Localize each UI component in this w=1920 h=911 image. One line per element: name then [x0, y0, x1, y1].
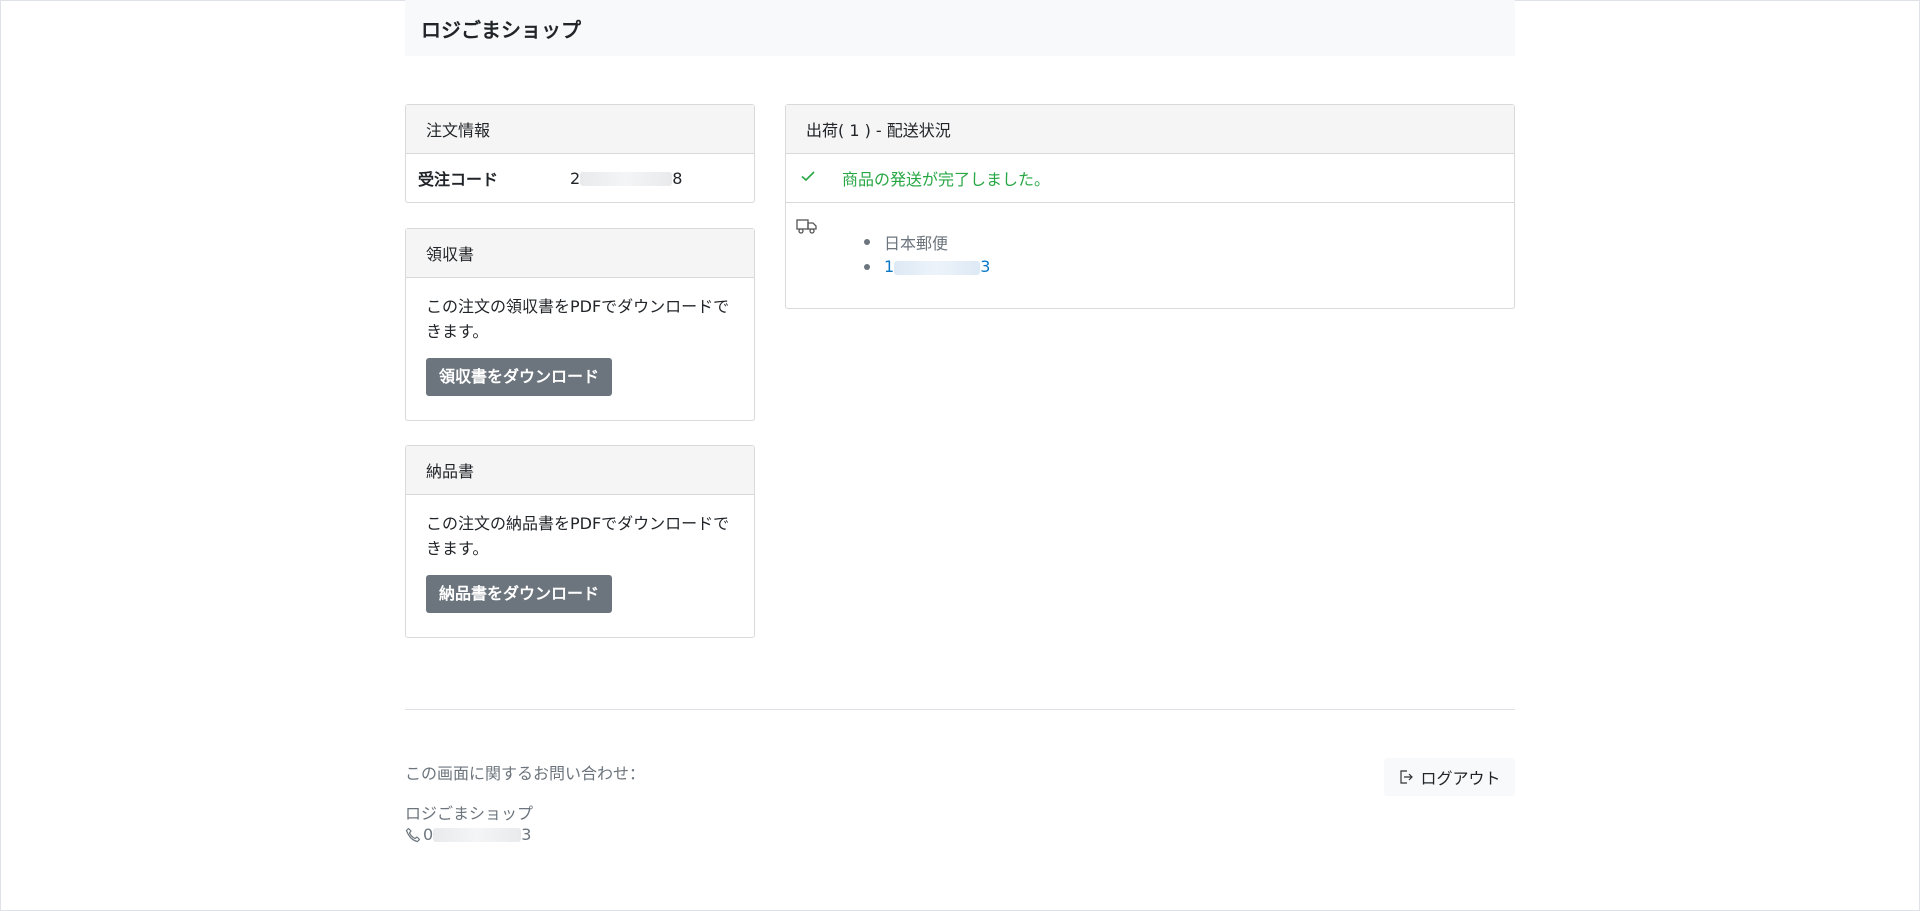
contact-label: この画面に関するお問い合わせ： [405, 764, 646, 783]
logout-label: ログアウト [1420, 769, 1501, 788]
carrier-item: 日本郵便 [864, 229, 990, 254]
redacted-block [580, 172, 673, 186]
download-receipt-button[interactable]: 領収書をダウンロード [426, 358, 613, 396]
shipment-info-list: 日本郵便 13 [864, 229, 990, 279]
shipment-header: 出荷( 1 ) - 配送状況 [786, 105, 1514, 154]
footer-shop-name: ロジごまショップ [405, 804, 534, 823]
order-code-label: 受注コード [418, 170, 499, 189]
redacted-block [433, 827, 522, 842]
delivery-note-description: この注文の納品書をPDFでダウンロードできます。 [426, 514, 730, 558]
order-code-value: 28 [570, 168, 683, 188]
shipment-card: 出荷( 1 ) - 配送状況 商品の発送が完了しました。 日本郵便 1 3 [785, 104, 1515, 309]
receipt-description: この注文の領収書をPDFでダウンロードできます。 [426, 297, 730, 341]
delivery-note-header: 納品書 [406, 446, 754, 495]
tracking-number-link[interactable]: 13 [884, 257, 990, 276]
receipt-header: 領収書 [406, 229, 754, 278]
delivery-note-card: 納品書 この注文の納品書をPDFでダウンロードできます。 納品書をダウンロード [405, 445, 755, 638]
shipment-details: 日本郵便 13 [786, 203, 1514, 307]
receipt-card: 領収書 この注文の領収書をPDFでダウンロードできます。 領収書をダウンロード [405, 228, 755, 421]
redacted-block [894, 260, 981, 275]
download-delivery-note-button[interactable]: 納品書をダウンロード [426, 575, 613, 613]
footer-phone: 03 [405, 825, 531, 844]
shop-title: ロジごまショップ [421, 17, 581, 42]
shipment-status-row: 商品の発送が完了しました。 [786, 154, 1514, 203]
receipt-title: 領収書 [426, 245, 475, 264]
tracking-item: 13 [864, 254, 990, 279]
phone-icon [405, 827, 421, 843]
order-info-header: 注文情報 [406, 105, 754, 154]
footer-divider [405, 709, 1515, 710]
shipment-title: 出荷( 1 ) - 配送状況 [806, 121, 951, 140]
truck-icon [796, 217, 818, 239]
site-header: ロジごまショップ [405, 0, 1515, 56]
page-container: ロジごまショップ 注文情報 受注コード 28 領収書 この注文の領収書をPDFで… [405, 0, 1515, 844]
order-code-row: 受注コード 28 [406, 154, 754, 202]
delivery-note-title: 納品書 [426, 462, 475, 481]
shipment-status-text: 商品の発送が完了しました。 [842, 170, 1051, 189]
order-info-card: 注文情報 受注コード 28 [405, 104, 755, 203]
logout-icon [1398, 769, 1414, 785]
logout-button[interactable]: ログアウト [1384, 758, 1515, 796]
check-icon [800, 168, 828, 188]
carrier-name: 日本郵便 [884, 233, 949, 253]
order-info-title: 注文情報 [426, 121, 491, 140]
